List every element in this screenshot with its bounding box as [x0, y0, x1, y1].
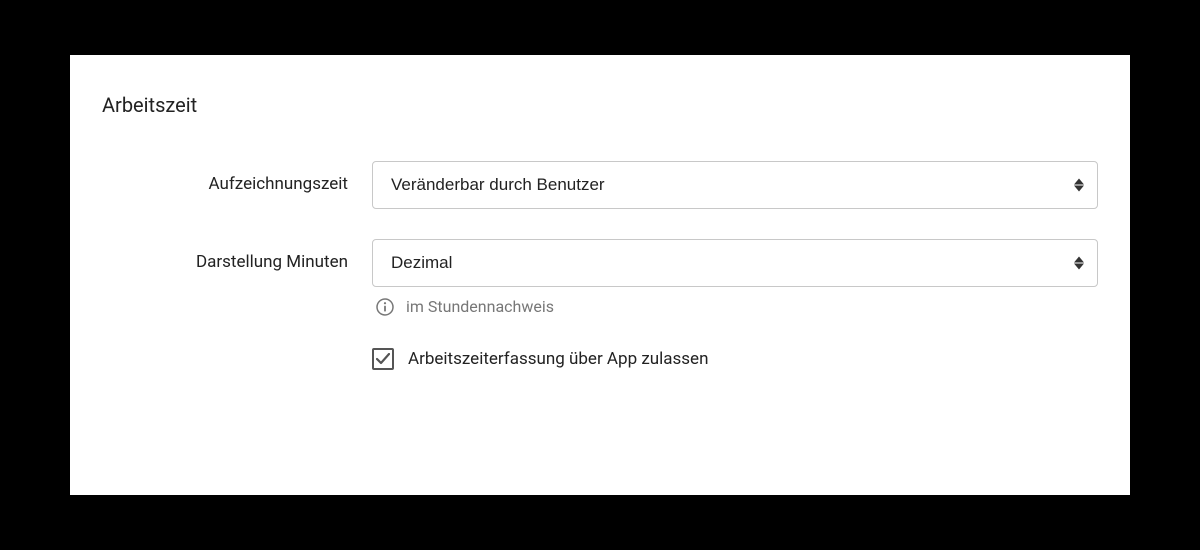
row-minutes-display: Darstellung Minuten Dezimal im Stundenn — [102, 239, 1098, 370]
control-recording-time: Veränderbar durch Benutzer — [372, 161, 1098, 209]
checkmark-icon — [376, 353, 390, 365]
select-recording-time[interactable]: Veränderbar durch Benutzer — [372, 161, 1098, 209]
select-minutes-display[interactable]: Dezimal — [372, 239, 1098, 287]
checkbox-allow-app[interactable] — [372, 348, 394, 370]
select-wrap-minutes-display: Dezimal — [372, 239, 1098, 287]
control-minutes-display: Dezimal im Stundennachweis — [372, 239, 1098, 370]
row-allow-app: Arbeitszeiterfassung über App zulassen — [372, 348, 1098, 370]
label-allow-app[interactable]: Arbeitszeiterfassung über App zulassen — [408, 349, 708, 369]
section-title: Arbeitszeit — [102, 93, 1098, 117]
row-recording-time: Aufzeichnungszeit Veränderbar durch Benu… — [102, 161, 1098, 209]
hint-text-minutes-display: im Stundennachweis — [406, 297, 554, 316]
select-wrap-recording-time: Veränderbar durch Benutzer — [372, 161, 1098, 209]
settings-panel: Arbeitszeit Aufzeichnungszeit Veränderba… — [70, 55, 1130, 495]
info-icon — [376, 298, 394, 316]
label-recording-time: Aufzeichnungszeit — [102, 161, 372, 194]
hint-minutes-display: im Stundennachweis — [372, 297, 1098, 316]
label-minutes-display: Darstellung Minuten — [102, 239, 372, 272]
